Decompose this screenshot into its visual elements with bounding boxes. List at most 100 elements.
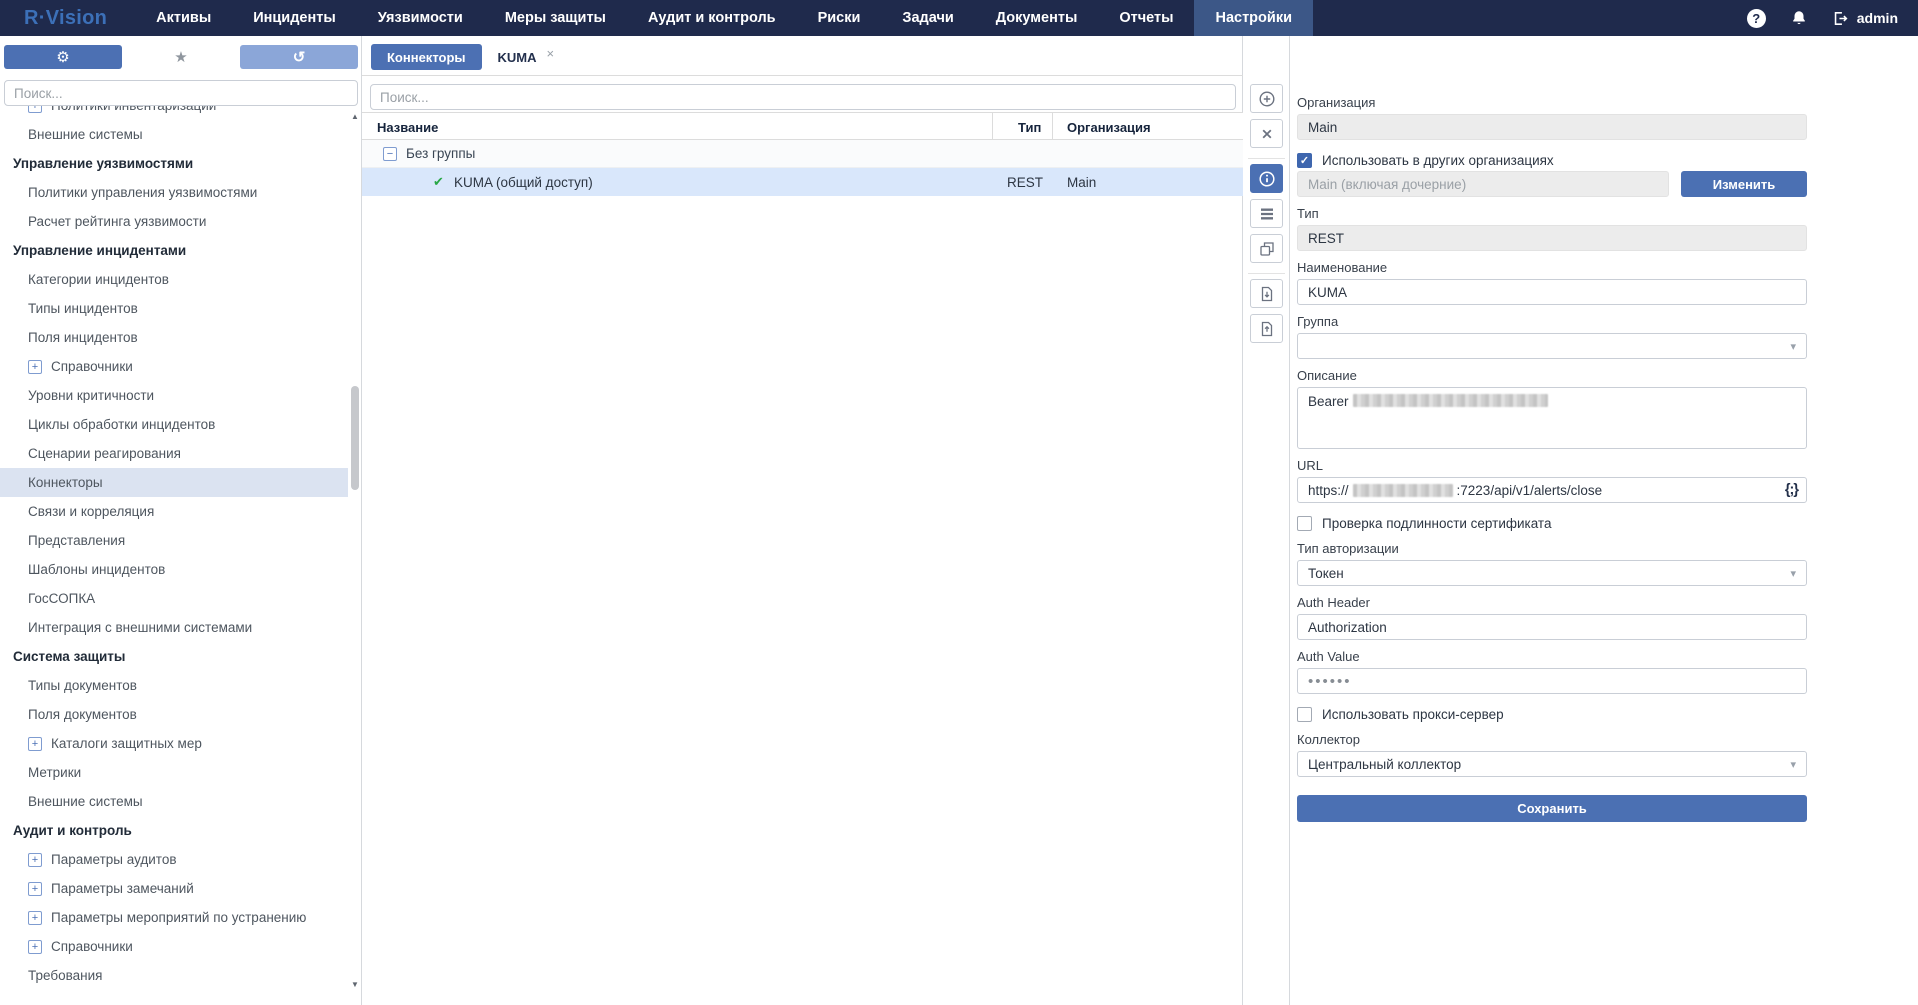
- use-proxy-checkbox[interactable]: ✓ Использовать прокси-сервер: [1297, 705, 1918, 723]
- sidebar-item[interactable]: Интеграция с внешними системами: [0, 613, 348, 642]
- sidebar-scrollbar-thumb[interactable]: [351, 386, 359, 490]
- nav-item-vulnerabilities[interactable]: Уязвимости: [357, 0, 484, 36]
- sidebar-item[interactable]: Расчет рейтинга уязвимости: [0, 207, 348, 236]
- auth-value-input[interactable]: ••••••: [1297, 668, 1807, 694]
- sidebar-item[interactable]: Связи и корреляция: [0, 497, 348, 526]
- close-tab-icon[interactable]: ×: [547, 46, 555, 61]
- gear-icon: ⚙: [56, 48, 69, 66]
- nav-item-assets[interactable]: Активы: [135, 0, 232, 36]
- nav-item-audit[interactable]: Аудит и контроль: [627, 0, 797, 36]
- save-button[interactable]: Сохранить: [1297, 795, 1807, 822]
- nav-item-risks[interactable]: Риски: [797, 0, 882, 36]
- column-header-name[interactable]: Название: [377, 113, 438, 141]
- expand-icon[interactable]: +: [28, 106, 42, 113]
- sidebar-item[interactable]: Поля документов: [0, 700, 348, 729]
- app-logo[interactable]: R·Vision: [0, 0, 135, 36]
- checkbox-box[interactable]: ✓: [1297, 153, 1312, 168]
- copy-button[interactable]: [1250, 234, 1283, 263]
- template-variables-icon[interactable]: {;}: [1785, 482, 1798, 498]
- sidebar-item[interactable]: Типы документов: [0, 671, 348, 700]
- expand-icon[interactable]: +: [28, 853, 42, 867]
- expand-icon[interactable]: +: [28, 940, 42, 954]
- expand-icon[interactable]: +: [28, 882, 42, 896]
- sidebar-item[interactable]: Требования: [0, 961, 348, 990]
- scrollbar-up-arrow[interactable]: ▲: [350, 112, 360, 121]
- logout-icon: [1832, 10, 1849, 27]
- table-row[interactable]: ✔KUMA (общий доступ)RESTMain: [362, 168, 1243, 196]
- tab-connectors[interactable]: Коннекторы: [371, 44, 482, 70]
- sidebar-item[interactable]: Шаблоны инцидентов: [0, 555, 348, 584]
- sidebar-item[interactable]: +Параметры аудитов: [0, 845, 348, 874]
- name-input[interactable]: KUMA: [1297, 279, 1807, 305]
- sidebar-item[interactable]: +Параметры мероприятий по устранению: [0, 903, 348, 932]
- expand-icon[interactable]: +: [28, 737, 42, 751]
- change-orgs-button[interactable]: Изменить: [1681, 171, 1807, 197]
- column-divider[interactable]: [1052, 113, 1053, 141]
- sidebar-item-label: Требования: [28, 968, 102, 983]
- sidebar-tab-history[interactable]: ↺: [240, 45, 358, 69]
- nav-item-tasks[interactable]: Задачи: [881, 0, 974, 36]
- collapse-icon[interactable]: −: [383, 147, 397, 161]
- sidebar-tab-settings[interactable]: ⚙: [4, 45, 122, 69]
- user-menu[interactable]: admin: [1832, 10, 1898, 27]
- info-button[interactable]: [1250, 164, 1283, 193]
- column-header-type[interactable]: Тип: [1018, 113, 1041, 141]
- sidebar-item[interactable]: Циклы обработки инцидентов: [0, 410, 348, 439]
- sidebar-item[interactable]: Типы инцидентов: [0, 294, 348, 323]
- scrollbar-down-arrow[interactable]: ▼: [350, 980, 360, 989]
- nav-item-countermeasures[interactable]: Меры защиты: [484, 0, 627, 36]
- group-select[interactable]: ▾: [1297, 333, 1807, 359]
- sidebar-item[interactable]: +Справочники: [0, 352, 348, 381]
- description-textarea[interactable]: Bearer: [1297, 387, 1807, 449]
- export-button[interactable]: [1250, 314, 1283, 343]
- auth-type-select[interactable]: Токен ▾: [1297, 560, 1807, 586]
- tab-kuma[interactable]: KUMA×: [482, 44, 571, 70]
- column-header-organization[interactable]: Организация: [1067, 113, 1151, 141]
- sidebar-item[interactable]: Метрики: [0, 758, 348, 787]
- cert-check-checkbox[interactable]: ✓ Проверка подлинности сертификата: [1297, 514, 1918, 532]
- checkbox-box[interactable]: ✓: [1297, 516, 1312, 531]
- collector-select[interactable]: Центральный коллектор ▾: [1297, 751, 1807, 777]
- sidebar-item[interactable]: ГосСОПКА: [0, 584, 348, 613]
- checkbox-box[interactable]: ✓: [1297, 707, 1312, 722]
- sidebar-tab-favorites[interactable]: ★: [122, 45, 240, 69]
- nav-item-documents[interactable]: Документы: [975, 0, 1099, 36]
- add-button[interactable]: [1250, 84, 1283, 113]
- auth-header-input[interactable]: Authorization: [1297, 614, 1807, 640]
- sidebar-item[interactable]: +Параметры замечаний: [0, 874, 348, 903]
- sidebar-item[interactable]: +Справочники: [0, 932, 348, 961]
- sidebar-item[interactable]: Коннекторы: [0, 468, 348, 497]
- expand-icon[interactable]: +: [28, 911, 42, 925]
- nav-item-incidents[interactable]: Инциденты: [232, 0, 357, 36]
- list-view-button[interactable]: [1250, 199, 1283, 228]
- sidebar-search-input[interactable]: [4, 80, 358, 106]
- sidebar-item[interactable]: Внешние системы: [0, 120, 348, 149]
- delete-button[interactable]: [1250, 119, 1283, 148]
- redacted-host: [1353, 484, 1453, 497]
- connectors-search-input[interactable]: [370, 84, 1236, 110]
- sidebar-item[interactable]: Политики управления уязвимостями: [0, 178, 348, 207]
- sidebar-item[interactable]: +Каталоги защитных мер: [0, 729, 348, 758]
- sidebar-item[interactable]: Представления: [0, 526, 348, 555]
- checkbox-label: Использовать в других организациях: [1322, 153, 1554, 168]
- sidebar-item[interactable]: +Политики инвентаризации: [0, 106, 348, 120]
- notifications-bell-icon[interactable]: [1790, 9, 1808, 27]
- column-divider[interactable]: [992, 113, 993, 141]
- sidebar-item-label: Метрики: [28, 765, 81, 780]
- row-organization: Main: [1067, 168, 1096, 196]
- sidebar-item-label: Типы документов: [28, 678, 137, 693]
- expand-icon[interactable]: +: [28, 360, 42, 374]
- sidebar-item[interactable]: Внешние системы: [0, 787, 348, 816]
- url-input[interactable]: https:// :7223/api/v1/alerts/close {;}: [1297, 477, 1807, 503]
- sidebar-item[interactable]: Уровни критичности: [0, 381, 348, 410]
- sidebar-item[interactable]: Сценарии реагирования: [0, 439, 348, 468]
- nav-item-settings[interactable]: Настройки: [1194, 0, 1313, 36]
- organization-label: Организация: [1297, 95, 1807, 110]
- sidebar-item[interactable]: Категории инцидентов: [0, 265, 348, 294]
- nav-item-reports[interactable]: Отчеты: [1098, 0, 1194, 36]
- table-group-row[interactable]: − Без группы: [362, 140, 1243, 168]
- help-icon[interactable]: ?: [1747, 9, 1766, 28]
- use-in-other-orgs-checkbox[interactable]: ✓ Использовать в других организациях: [1297, 151, 1918, 169]
- import-button[interactable]: [1250, 279, 1283, 308]
- sidebar-item[interactable]: Поля инцидентов: [0, 323, 348, 352]
